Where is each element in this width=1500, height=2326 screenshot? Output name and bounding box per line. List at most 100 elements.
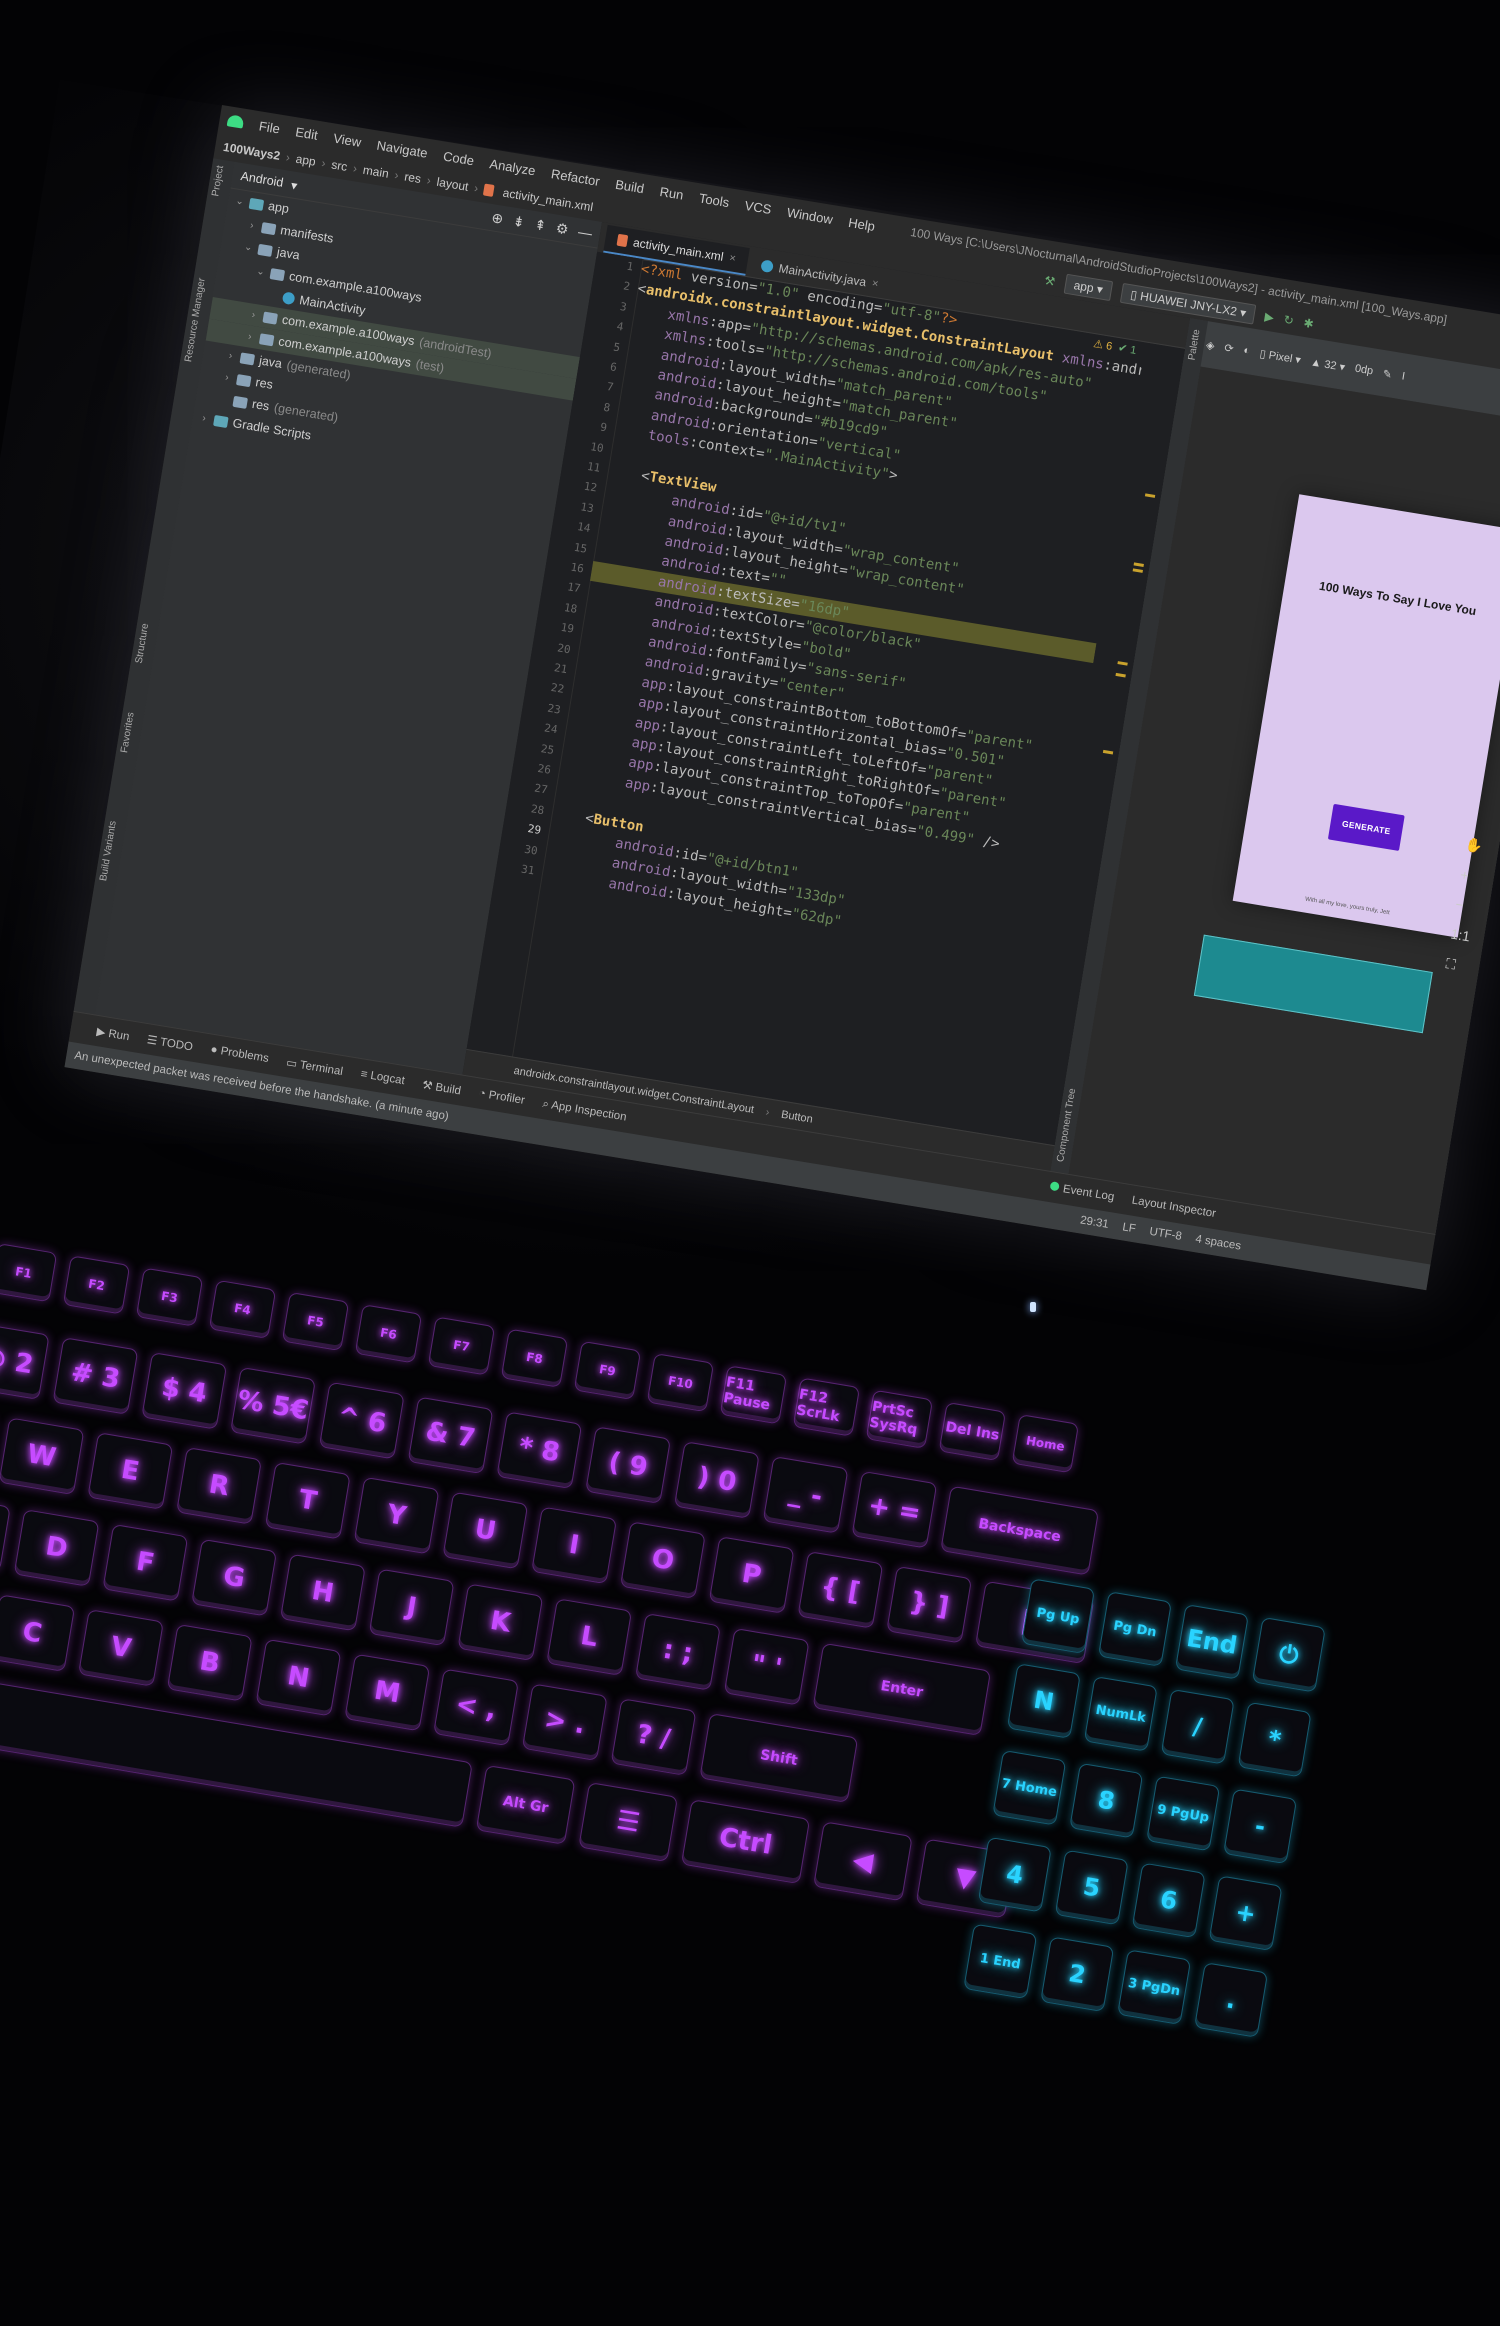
stripe-mark[interactable] bbox=[1117, 661, 1128, 666]
chevron-down-icon[interactable]: ⌄ bbox=[234, 195, 246, 207]
chevron-down-icon[interactable]: ⌄ bbox=[255, 265, 267, 277]
menu-edit[interactable]: Edit bbox=[294, 124, 319, 142]
breadcrumb-app[interactable]: app bbox=[295, 152, 317, 169]
breadcrumb-res[interactable]: res bbox=[403, 170, 422, 187]
chevron-right-icon[interactable]: › bbox=[248, 309, 260, 321]
stripe-mark[interactable] bbox=[1133, 562, 1144, 567]
key-4[interactable]: $ 4 bbox=[141, 1352, 228, 1430]
baseline-icon[interactable]: I bbox=[1401, 370, 1406, 382]
pan-icon[interactable]: ✋ bbox=[1464, 836, 1486, 856]
key-f5[interactable]: F5 bbox=[281, 1291, 350, 1352]
numpad-key-1-end[interactable]: 1 End bbox=[963, 1923, 1038, 2000]
locate-icon[interactable]: ⊕ bbox=[490, 209, 504, 228]
project-view-selector[interactable]: Android bbox=[240, 169, 285, 190]
key-o[interactable]: O bbox=[619, 1521, 706, 1599]
key-e[interactable]: E bbox=[87, 1432, 174, 1510]
numpad-key-item[interactable]: + bbox=[1208, 1875, 1283, 1952]
key-b[interactable]: B bbox=[166, 1623, 253, 1702]
tool-terminal[interactable]: ▭ Terminal bbox=[285, 1055, 344, 1078]
stripe-mark[interactable] bbox=[1132, 568, 1143, 573]
key-item[interactable]: < , bbox=[433, 1668, 519, 1747]
api-dropdown[interactable]: ▲ 32 ▾ bbox=[1310, 355, 1346, 373]
key-item[interactable]: _ - bbox=[762, 1456, 849, 1534]
tool-todo[interactable]: ☰ TODO bbox=[146, 1032, 194, 1053]
menu-build[interactable]: Build bbox=[614, 176, 645, 195]
key-del-ins[interactable]: Del Ins bbox=[938, 1401, 1007, 1462]
blueprint-preview[interactable] bbox=[1193, 934, 1433, 1034]
tool-build[interactable]: ⚒ Build bbox=[421, 1077, 462, 1097]
key-3[interactable]: # 3 bbox=[52, 1337, 139, 1415]
key-f6[interactable]: F6 bbox=[354, 1304, 423, 1364]
stripe-mark[interactable] bbox=[1102, 749, 1114, 755]
key-home[interactable]: Home bbox=[1011, 1414, 1080, 1474]
key-item[interactable]: { [ bbox=[797, 1551, 884, 1629]
numpad-key-pg-up[interactable]: Pg Up bbox=[1021, 1578, 1096, 1654]
key-g[interactable]: G bbox=[191, 1538, 278, 1617]
key-f12-scrlk[interactable]: F12 ScrLk bbox=[792, 1377, 861, 1437]
chevron-right-icon[interactable]: › bbox=[225, 349, 237, 361]
key-item[interactable]: > . bbox=[521, 1683, 608, 1762]
breadcrumb-main[interactable]: main bbox=[362, 163, 390, 181]
key-s[interactable]: S bbox=[0, 1494, 11, 1572]
numpad-key-8[interactable]: 8 bbox=[1069, 1762, 1144, 1839]
zoom-in-icon[interactable]: + bbox=[1459, 866, 1481, 885]
menu-tools[interactable]: Tools bbox=[698, 190, 730, 210]
key-item[interactable]: " ' bbox=[723, 1627, 810, 1706]
actual-size-icon[interactable]: 1:1 bbox=[1450, 926, 1472, 945]
tool-event-log[interactable]: Event Log bbox=[1049, 1181, 1115, 1203]
numpad-key-item[interactable]: * bbox=[1237, 1701, 1312, 1778]
menu-navigate[interactable]: Navigate bbox=[376, 137, 429, 160]
tool-run[interactable]: ▶ Run bbox=[96, 1024, 131, 1043]
menu-help[interactable]: Help bbox=[847, 214, 876, 233]
run-icon[interactable]: ▶ bbox=[1264, 309, 1275, 324]
stripe-mark[interactable] bbox=[1115, 672, 1126, 678]
chevron-right-icon[interactable]: › bbox=[244, 330, 256, 342]
key-n[interactable]: N bbox=[255, 1638, 342, 1717]
key-c[interactable]: C bbox=[0, 1594, 76, 1672]
key-2[interactable]: @ 2 bbox=[0, 1322, 50, 1400]
key-7[interactable]: & 7 bbox=[407, 1396, 494, 1475]
key-l[interactable]: L bbox=[546, 1598, 633, 1676]
hide-icon[interactable]: — bbox=[577, 223, 593, 242]
tool-logcat[interactable]: ≡ Logcat bbox=[360, 1068, 406, 1087]
numpad-key-numlk[interactable]: NumLk bbox=[1083, 1676, 1158, 1752]
breadcrumb-layout[interactable]: layout bbox=[436, 175, 470, 194]
tool-layout-inspector[interactable]: Layout Inspector bbox=[1131, 1195, 1217, 1221]
chevron-right-icon[interactable]: › bbox=[221, 371, 233, 383]
key-9[interactable]: ( 9 bbox=[585, 1426, 672, 1504]
status-utf-8[interactable]: UTF-8 bbox=[1149, 1226, 1183, 1243]
numpad-key-pg-dn[interactable]: Pg Dn bbox=[1097, 1591, 1172, 1667]
layers-icon[interactable]: ◈ bbox=[1205, 338, 1215, 352]
numpad-key-4[interactable]: 4 bbox=[977, 1836, 1052, 1913]
numpad-key-item[interactable]: - bbox=[1223, 1788, 1298, 1865]
margin-field[interactable]: 0dp bbox=[1354, 363, 1374, 378]
key-ctrl[interactable]: Ctrl bbox=[680, 1799, 811, 1885]
menu-run[interactable]: Run bbox=[659, 183, 685, 202]
key-f2[interactable]: F2 bbox=[62, 1255, 131, 1315]
zoom-out-icon[interactable]: − bbox=[1454, 896, 1476, 915]
device-dropdown[interactable]: ▯ Pixel ▾ bbox=[1259, 347, 1302, 367]
key-p[interactable]: P bbox=[708, 1536, 795, 1614]
tool-problems[interactable]: ● Problems bbox=[210, 1044, 270, 1065]
orientation-icon[interactable]: ⟳ bbox=[1223, 341, 1234, 355]
key-backspace[interactable]: Backspace bbox=[940, 1485, 1100, 1576]
key-d[interactable]: D bbox=[13, 1509, 100, 1587]
hammer-icon[interactable]: ⚒ bbox=[1043, 273, 1056, 289]
side-tab-project[interactable]: Project bbox=[210, 165, 226, 197]
key-f7[interactable]: F7 bbox=[427, 1316, 496, 1376]
key-j[interactable]: J bbox=[368, 1568, 455, 1647]
key-f10[interactable]: F10 bbox=[646, 1353, 715, 1413]
key-f9[interactable]: F9 bbox=[573, 1340, 642, 1401]
key-prtsc-sysrq[interactable]: PrtSc SysRq bbox=[865, 1389, 934, 1449]
numpad-key-9-pgup[interactable]: 9 PgUp bbox=[1146, 1775, 1221, 1852]
numpad-key-item[interactable]: / bbox=[1160, 1688, 1235, 1765]
key-f1[interactable]: F1 bbox=[0, 1243, 58, 1303]
key-m[interactable]: M bbox=[344, 1653, 431, 1732]
magic-wand-icon[interactable]: ✎ bbox=[1382, 367, 1393, 381]
menu-analyze[interactable]: Analyze bbox=[489, 156, 537, 178]
palette-tab[interactable]: Palette bbox=[1187, 329, 1203, 362]
close-icon[interactable]: × bbox=[728, 252, 736, 265]
chevron-down-icon[interactable]: ▾ bbox=[290, 177, 299, 193]
chevron-down-icon[interactable]: ⌄ bbox=[243, 241, 255, 253]
chevron-right-icon[interactable]: › bbox=[198, 412, 210, 424]
